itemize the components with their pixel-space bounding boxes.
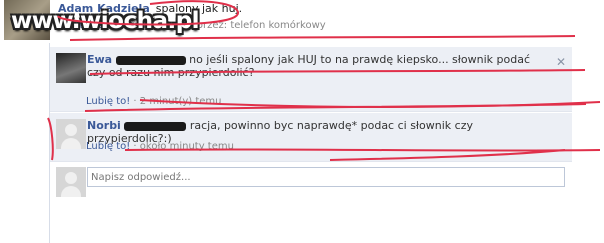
comment-like-link[interactable]: Lubię to!: [86, 96, 130, 107]
comment-author[interactable]: Norbi: [87, 119, 121, 132]
comment-actions: Lubię to! · 2 minut(y) temu: [86, 96, 222, 107]
comment-actions: Lubię to! · około minuty temu: [86, 141, 234, 152]
avatar: [56, 167, 86, 197]
comment-item: Ewa no jeśli spalony jak HUJ to na prawd…: [50, 47, 572, 112]
comment-body: Ewa no jeśli spalony jak HUJ to na prawd…: [87, 53, 547, 79]
avatar[interactable]: [56, 119, 86, 149]
comment-author[interactable]: Ewa: [87, 53, 112, 66]
redaction-bar: [115, 55, 186, 65]
comment-thread: Ewa no jeśli spalony jak HUJ to na prawd…: [49, 43, 573, 243]
comment-like-link[interactable]: Lubię to!: [86, 141, 130, 152]
reply-input[interactable]: Napisz odpowiedź...: [87, 167, 565, 187]
comment-item: Norbi racja, powinno byc naprawdę* podac…: [50, 113, 572, 162]
comment-time: · około minuty temu: [130, 141, 234, 152]
avatar[interactable]: [56, 53, 86, 83]
close-icon[interactable]: ✕: [556, 55, 566, 69]
status-post: Adam Kadziela spalony jak huj. Lubię to! …: [0, 0, 604, 45]
redaction-bar: [124, 121, 187, 131]
watermark: www.wiocha.pl: [11, 8, 200, 34]
comment-time: · 2 minut(y) temu: [130, 96, 222, 107]
